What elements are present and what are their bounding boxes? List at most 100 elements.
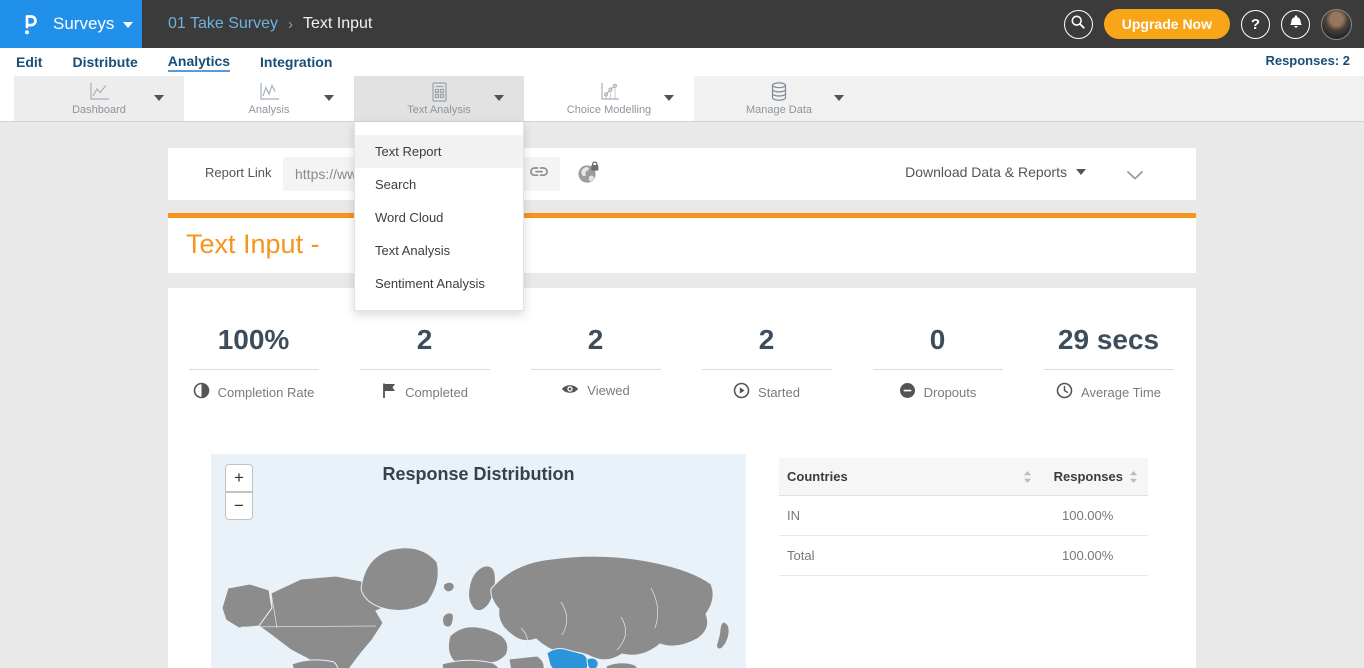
report-document-icon	[427, 81, 451, 102]
divider	[1044, 369, 1174, 370]
user-avatar[interactable]	[1321, 9, 1352, 40]
stat-value: 0	[930, 324, 946, 356]
divider	[873, 369, 1003, 370]
report-link-label: Report Link	[205, 165, 271, 180]
stat-value: 2	[417, 324, 433, 356]
upgrade-now-button[interactable]: Upgrade Now	[1104, 9, 1230, 39]
nav-item-integration[interactable]: Integration	[260, 53, 332, 71]
country-cell: IN	[787, 508, 1062, 523]
stat-started: 2 Started	[681, 324, 852, 402]
download-data-reports-dropdown[interactable]: Download Data & Reports	[905, 164, 1086, 180]
caret-down-icon[interactable]	[154, 95, 164, 101]
breadcrumb-current-page: Text Input	[303, 15, 372, 33]
stat-value: 100%	[218, 324, 290, 356]
menu-item-sentiment-analysis[interactable]: Sentiment Analysis	[355, 267, 523, 300]
country-cell: Total	[787, 548, 1062, 563]
responses-count: Responses: 2	[1265, 53, 1350, 68]
stat-value: 29 secs	[1058, 324, 1159, 356]
tab-label: Dashboard	[72, 104, 126, 116]
map-zoom-out-button[interactable]: −	[225, 492, 253, 520]
caret-down-icon	[123, 22, 133, 28]
stat-label-text: Dropouts	[924, 385, 977, 400]
stat-value: 2	[759, 324, 775, 356]
help-button[interactable]: ?	[1241, 10, 1270, 39]
line-chart-icon	[87, 81, 111, 102]
tab-analysis[interactable]: Analysis	[184, 76, 354, 121]
divider	[702, 369, 832, 370]
stat-value: 2	[588, 324, 604, 356]
response-distribution-map[interactable]: Response Distribution + −	[211, 454, 746, 668]
dot-chart-icon	[597, 81, 621, 102]
nav-item-distribute[interactable]: Distribute	[72, 53, 137, 71]
nav-item-edit[interactable]: Edit	[16, 53, 42, 71]
tab-text-analysis[interactable]: Text Analysis	[354, 76, 524, 121]
stat-completion-rate: 100% Completion Rate	[168, 324, 339, 402]
clock-icon	[1056, 382, 1073, 402]
caret-down-icon	[1076, 169, 1086, 175]
report-url-value[interactable]: https://ww	[295, 166, 357, 182]
menu-item-word-cloud[interactable]: Word Cloud	[355, 201, 523, 234]
eye-icon	[561, 382, 579, 399]
tab-choice-modelling[interactable]: Choice Modelling	[524, 76, 694, 121]
stat-dropouts: 0 Dropouts	[852, 324, 1023, 402]
countries-column-header[interactable]: Countries	[787, 469, 848, 484]
divider	[531, 369, 661, 370]
analytics-toolbar: Dashboard Analysis Text Analysis	[0, 76, 1364, 122]
tab-label: Manage Data	[746, 104, 812, 116]
responses-cell: 100.00%	[1062, 508, 1113, 523]
menu-item-text-report[interactable]: Text Report	[355, 135, 523, 168]
sort-icon[interactable]	[1129, 470, 1138, 484]
questionpro-logo-icon	[18, 11, 44, 37]
tab-dashboard[interactable]: Dashboard	[14, 76, 184, 121]
caret-down-icon[interactable]	[494, 95, 504, 101]
question-mark-icon: ?	[1251, 16, 1260, 33]
search-icon	[1070, 14, 1086, 34]
divider	[189, 369, 319, 370]
tab-label: Text Analysis	[407, 104, 471, 116]
countries-table-header: Countries Responses	[779, 458, 1148, 496]
notifications-button[interactable]	[1281, 10, 1310, 39]
map-zoom-in-button[interactable]: +	[225, 464, 253, 492]
stat-label-text: Viewed	[587, 383, 629, 398]
bell-icon	[1288, 14, 1304, 34]
tab-label: Analysis	[249, 104, 290, 116]
report-panel: 100% Completion Rate 2	[168, 288, 1196, 668]
app-logo[interactable]: Surveys	[0, 0, 142, 48]
collapse-chevron-icon[interactable]	[1126, 168, 1144, 186]
caret-down-icon[interactable]	[834, 95, 844, 101]
breadcrumb-survey-title[interactable]: 01 Take Survey	[168, 15, 278, 33]
toolbar-left-cap	[0, 76, 14, 121]
breadcrumb-separator: ›	[288, 16, 293, 33]
zigzag-chart-icon	[257, 81, 281, 102]
sort-icon[interactable]	[1023, 470, 1032, 484]
minus-circle-icon	[899, 382, 916, 402]
menu-item-text-analysis[interactable]: Text Analysis	[355, 234, 523, 267]
stat-completed: 2 Completed	[339, 324, 510, 402]
text-analysis-dropdown-menu: Text Report Search Word Cloud Text Analy…	[354, 122, 524, 311]
flag-icon	[381, 382, 397, 402]
completion-rate-icon	[193, 382, 210, 402]
tab-manage-data[interactable]: Manage Data	[694, 76, 864, 121]
search-button[interactable]	[1064, 10, 1093, 39]
nav-item-analytics[interactable]: Analytics	[168, 52, 230, 72]
link-icon[interactable]	[528, 163, 550, 185]
responses-cell: 100.00%	[1062, 548, 1113, 563]
top-header: Surveys 01 Take Survey › Text Input Upgr…	[0, 0, 1364, 48]
caret-down-icon[interactable]	[664, 95, 674, 101]
world-map-canvas[interactable]	[211, 528, 746, 668]
responses-column-header[interactable]: Responses	[1054, 469, 1123, 484]
question-title-band: Text Input -	[168, 218, 1196, 273]
divider	[360, 369, 490, 370]
globe-lock-icon[interactable]	[577, 161, 601, 190]
download-data-reports-label: Download Data & Reports	[905, 164, 1067, 180]
survey-stats-row: 100% Completion Rate 2	[168, 324, 1196, 402]
database-icon	[767, 81, 791, 102]
stat-label-text: Completed	[405, 385, 468, 400]
stat-label-text: Completion Rate	[218, 385, 315, 400]
caret-down-icon[interactable]	[324, 95, 334, 101]
header-actions: Upgrade Now ?	[1064, 0, 1352, 48]
menu-item-search[interactable]: Search	[355, 168, 523, 201]
play-circle-icon	[733, 382, 750, 402]
tab-label: Choice Modelling	[567, 104, 651, 116]
report-link-bar: Report Link https://ww Download Data & R…	[168, 148, 1196, 200]
